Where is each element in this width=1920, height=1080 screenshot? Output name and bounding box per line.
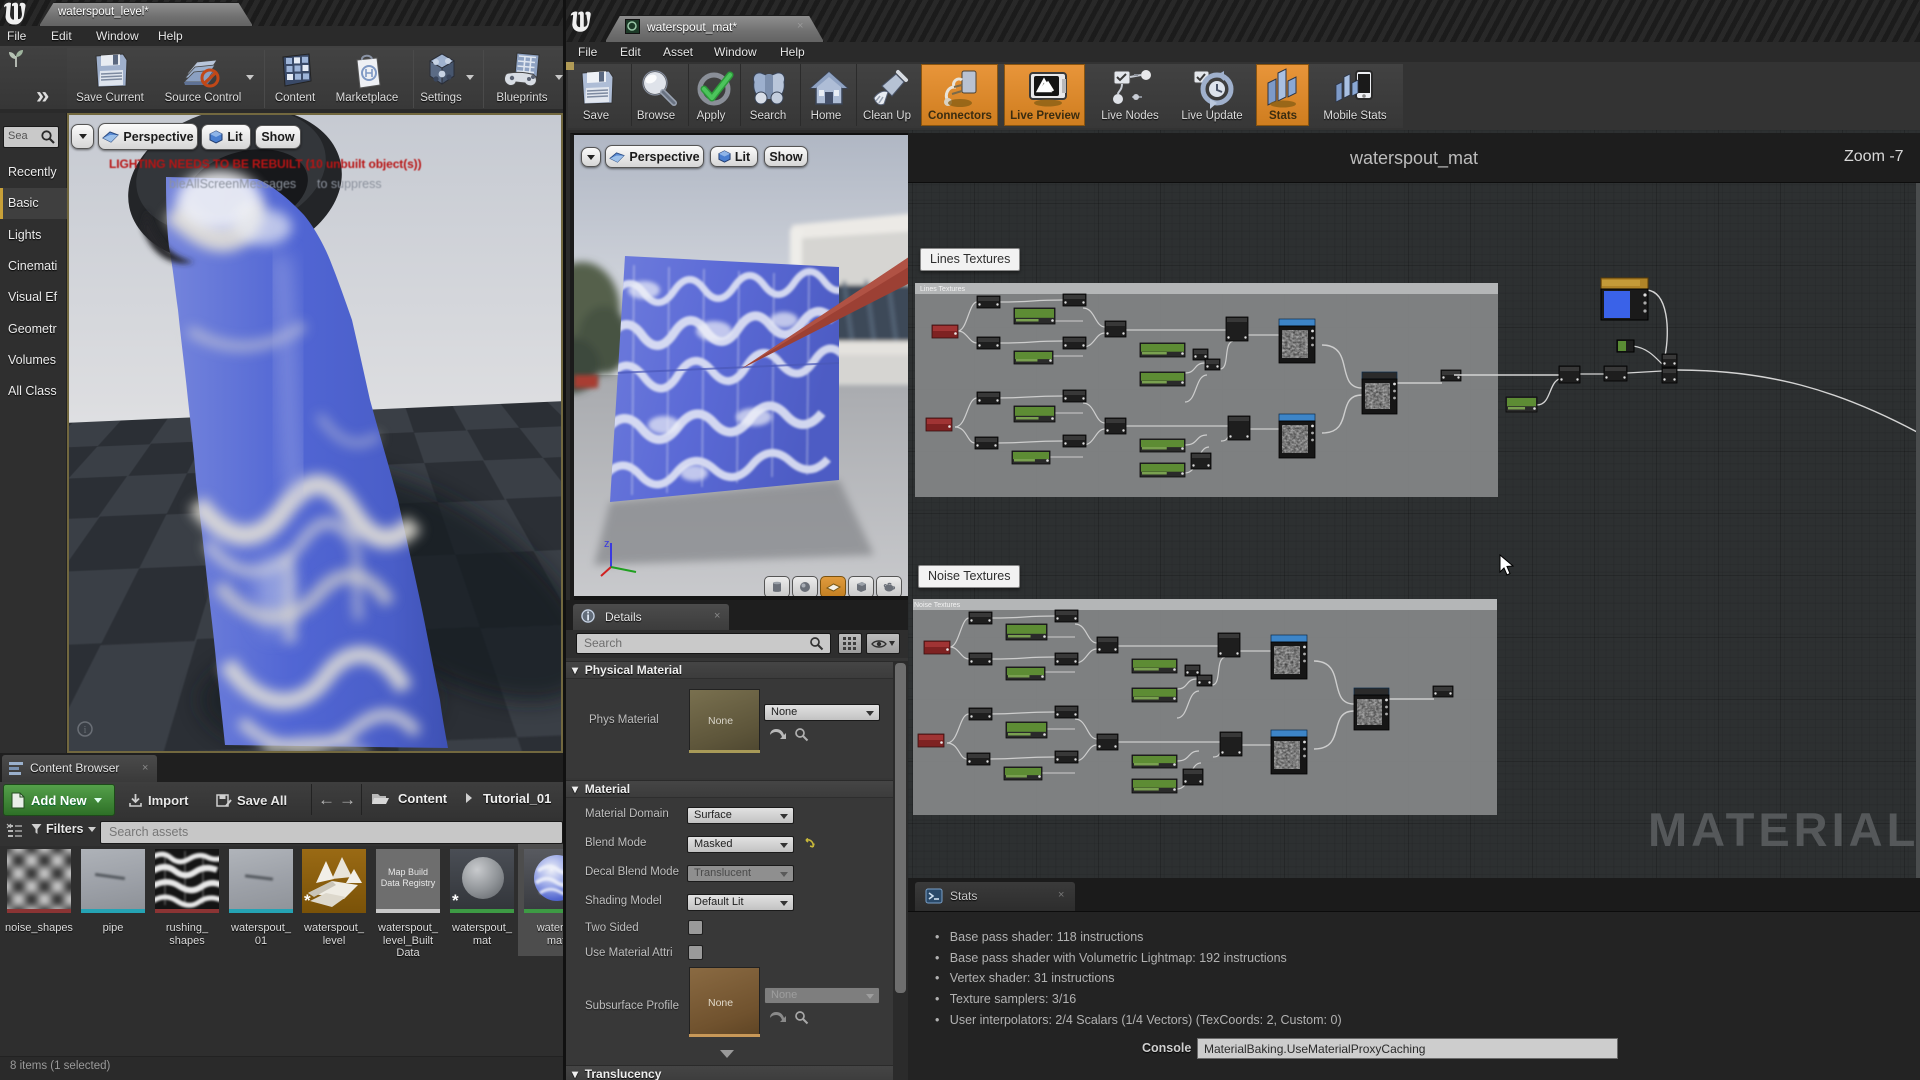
svg-text:Noise Textures: Noise Textures (914, 602, 961, 609)
svg-text:MATERIAL: MATERIAL (1648, 803, 1919, 856)
svg-text:Lines Textures: Lines Textures (920, 286, 966, 293)
svg-text:i: i (84, 725, 87, 736)
svg-text:z: z (604, 538, 610, 550)
